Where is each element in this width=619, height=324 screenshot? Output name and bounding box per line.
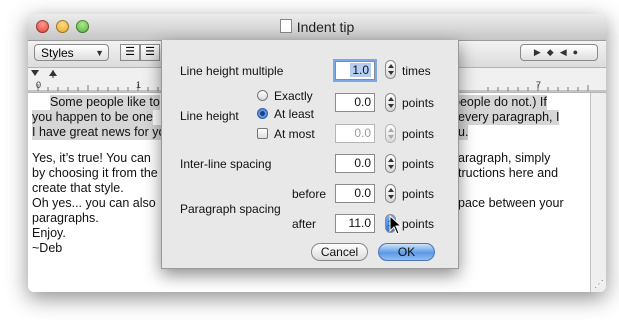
- align-left-button[interactable]: ☰: [120, 44, 140, 61]
- text-line: Enjoy.: [32, 226, 66, 240]
- ruler-number: 7: [536, 80, 542, 90]
- exactly-stepper[interactable]: [385, 93, 396, 112]
- before-field[interactable]: 0.0: [335, 184, 375, 203]
- text-line: Oh yes... you can also: [32, 196, 156, 210]
- chevron-down-icon: ▼: [95, 48, 104, 58]
- ok-button[interactable]: OK: [378, 243, 435, 261]
- before-stepper[interactable]: [385, 184, 396, 203]
- text-line: Yes, it’s true! You can: [32, 151, 151, 165]
- at-most-checkbox[interactable]: [257, 128, 268, 139]
- line-height-multiple-stepper[interactable]: [385, 60, 396, 79]
- align-center-icon: ☰: [145, 46, 155, 58]
- tab-stops-control[interactable]: ▶◆◀●: [520, 44, 598, 61]
- text-line: you happen to be one: [32, 110, 153, 125]
- ruler-number: 1: [136, 80, 142, 90]
- exactly-unit: points: [402, 96, 435, 110]
- at-least-radio[interactable]: [257, 108, 268, 119]
- text-line: I have great news for you.: [32, 125, 176, 140]
- text-line: paragraphs.: [32, 211, 99, 225]
- cancel-button[interactable]: Cancel: [311, 243, 368, 261]
- line-height-multiple-field[interactable]: 1.0: [335, 61, 375, 80]
- exactly-radio[interactable]: [257, 90, 268, 101]
- inter-line-spacing-label: Inter-line spacing: [180, 157, 272, 171]
- after-field[interactable]: 11.0: [335, 214, 375, 233]
- text-line: ~Deb: [32, 241, 63, 255]
- exactly-label: Exactly: [274, 89, 313, 103]
- vertical-scrollbar[interactable]: ⋰: [590, 93, 606, 292]
- styles-popup-label: Styles: [41, 46, 74, 60]
- at-most-field[interactable]: 0.0: [335, 124, 375, 143]
- styles-popup[interactable]: Styles ▼: [34, 44, 109, 61]
- line-height-label: Line height: [180, 109, 239, 123]
- resize-grip-icon[interactable]: ⋰: [594, 279, 604, 290]
- text-line-end: every paragraph, I: [458, 110, 560, 125]
- text-line: create that style.: [32, 181, 124, 195]
- line-height-multiple-label: Line height multiple: [180, 64, 284, 78]
- align-left-icon: ☰: [125, 46, 135, 58]
- window-title-text: Indent tip: [296, 19, 355, 35]
- at-least-label: At least: [274, 107, 315, 121]
- text-line-end: tructions here and: [458, 166, 559, 180]
- mouse-pointer-icon: [389, 215, 403, 235]
- at-most-label: At most: [274, 127, 315, 141]
- inter-line-spacing-field[interactable]: 0.0: [335, 154, 375, 173]
- text-line-end: aragraph, simply: [458, 151, 551, 165]
- inter-line-spacing-unit: points: [402, 157, 435, 171]
- text-line-end: pace between your: [458, 196, 564, 210]
- paragraph-spacing-label: Paragraph spacing: [180, 202, 281, 216]
- exactly-field[interactable]: 0.0: [335, 93, 375, 112]
- text-line: Some people like to: [50, 95, 160, 110]
- text-line-end: people do not.) If: [453, 95, 547, 110]
- inter-line-spacing-stepper[interactable]: [385, 154, 396, 173]
- text-line-end: u.: [458, 125, 469, 140]
- align-center-button[interactable]: ☰: [140, 44, 160, 61]
- text-line: by choosing it from the: [32, 166, 158, 180]
- title-bar[interactable]: Indent tip: [28, 14, 606, 41]
- at-most-stepper[interactable]: [385, 124, 396, 143]
- before-unit: points: [402, 187, 435, 201]
- document-icon: [279, 19, 292, 33]
- after-label: after: [292, 217, 317, 231]
- spacing-dialog: Line height multiple 1.0 times Line heig…: [161, 40, 459, 269]
- window-title: Indent tip: [28, 19, 606, 35]
- tab-stop-icons: ▶◆◀●: [533, 47, 585, 57]
- before-label: before: [292, 187, 327, 201]
- first-line-indent-marker: [31, 70, 39, 76]
- ruler-number: 0: [36, 80, 42, 90]
- line-height-multiple-unit: times: [402, 64, 431, 78]
- at-most-unit: points: [402, 127, 435, 141]
- after-unit: points: [402, 217, 435, 231]
